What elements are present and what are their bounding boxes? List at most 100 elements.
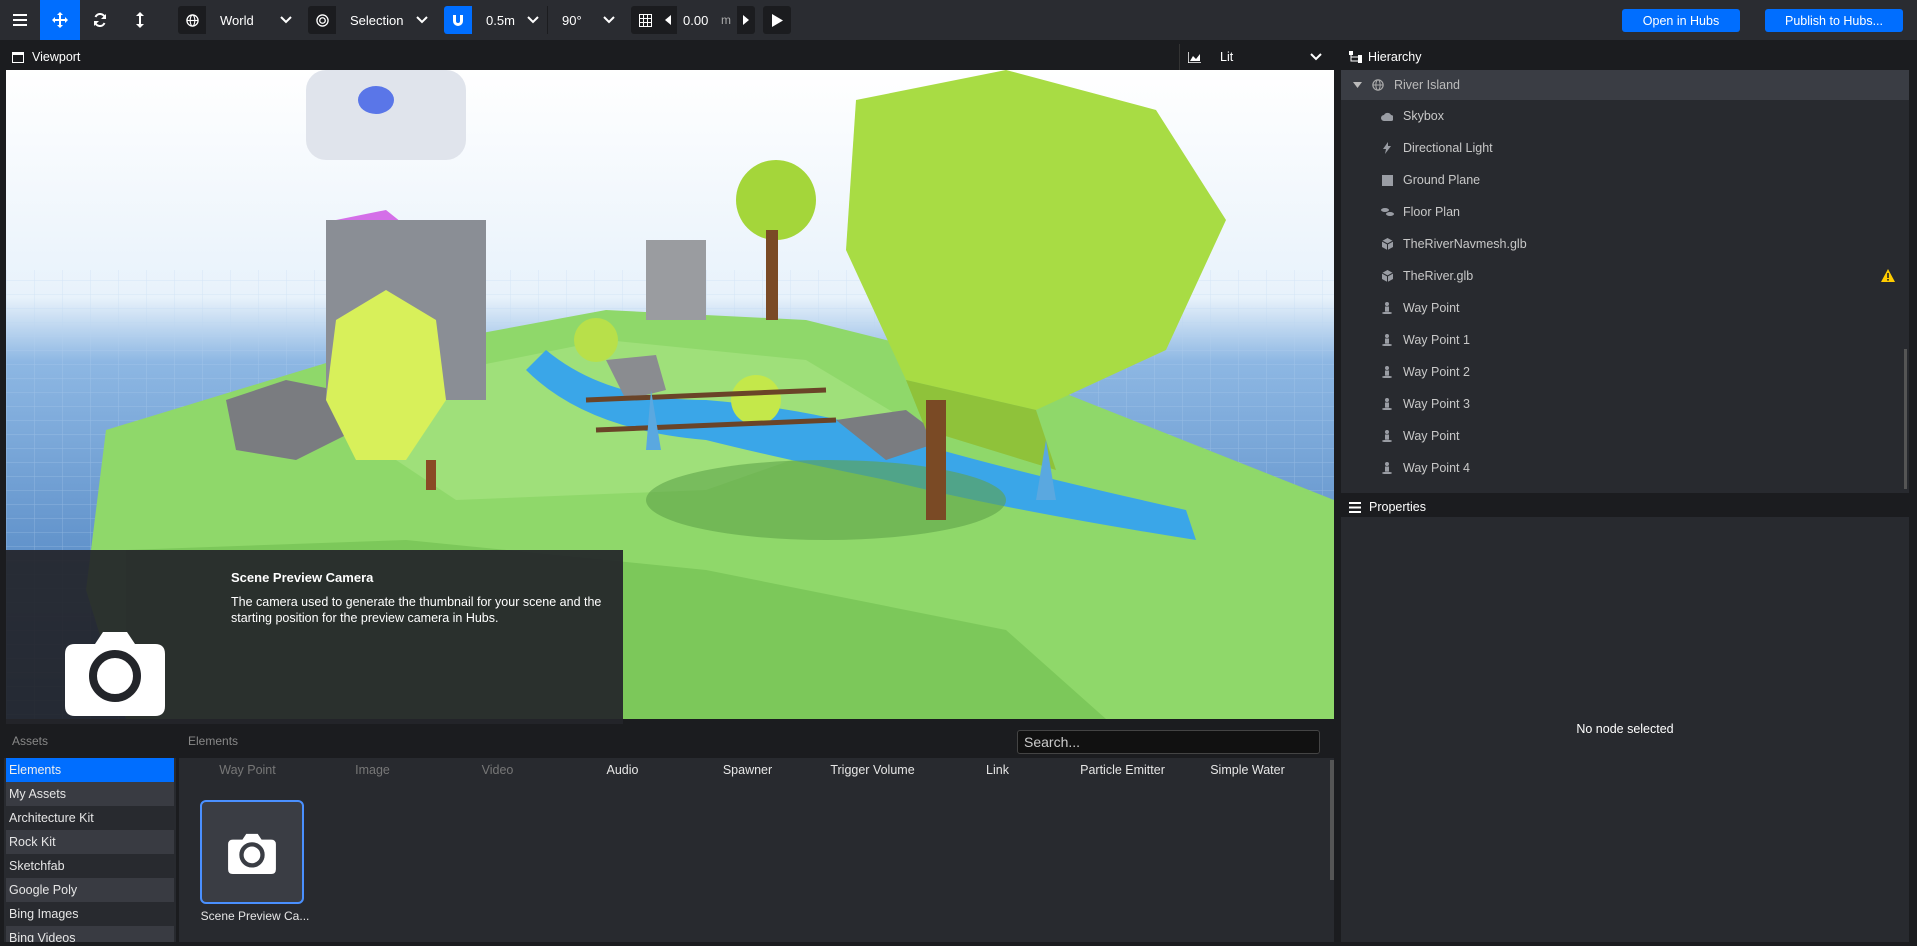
properties-title: Properties bbox=[1369, 500, 1426, 514]
hierarchy-item[interactable]: TheRiver.glb bbox=[1341, 260, 1909, 292]
source-item-my-assets[interactable]: My Assets bbox=[6, 782, 174, 806]
hierarchy-item-label: Directional Light bbox=[1403, 141, 1493, 155]
hierarchy-item[interactable]: Directional Light bbox=[1341, 132, 1909, 164]
divider bbox=[176, 758, 179, 942]
hierarchy-item-label: Way Point bbox=[1403, 301, 1460, 315]
transform-pivot-select[interactable]: Selection bbox=[336, 6, 436, 34]
street-view-icon bbox=[1379, 332, 1395, 348]
no-node-selected-message: No node selected bbox=[1576, 722, 1674, 736]
snap-rotate-select[interactable]: 90° bbox=[548, 6, 623, 34]
chevron-down-icon bbox=[603, 16, 615, 24]
hierarchy-root-item[interactable]: River Island bbox=[1341, 70, 1909, 100]
play-icon bbox=[771, 13, 783, 27]
element-tab-link[interactable]: Link bbox=[935, 763, 1060, 777]
hierarchy-scrollbar[interactable] bbox=[1904, 349, 1907, 489]
element-tab-simple-water[interactable]: Simple Water bbox=[1185, 763, 1310, 777]
chevron-down-icon bbox=[527, 16, 539, 24]
tooltip-description: The camera used to generate the thumbnai… bbox=[231, 595, 602, 625]
hierarchy-item-label: TheRiver.glb bbox=[1403, 269, 1474, 283]
sync-icon bbox=[94, 13, 106, 27]
hierarchy-item[interactable]: Way Point 2 bbox=[1341, 356, 1909, 388]
caret-left-icon bbox=[665, 15, 671, 25]
element-tab-image[interactable]: Image bbox=[310, 763, 435, 777]
transform-space-select[interactable]: World bbox=[206, 6, 300, 34]
menu-button[interactable] bbox=[0, 0, 40, 40]
element-tab-video[interactable]: Video bbox=[435, 763, 560, 777]
search-placeholder: Search... bbox=[1024, 734, 1081, 750]
hierarchy-header: Hierarchy bbox=[1341, 44, 1909, 70]
hierarchy-item-label: Way Point 1 bbox=[1403, 333, 1470, 347]
assets-col2-header: Elements bbox=[188, 734, 239, 748]
transform-space-group: World bbox=[178, 6, 300, 34]
street-view-icon bbox=[1379, 460, 1395, 476]
source-item-google-poly[interactable]: Google Poly bbox=[6, 878, 174, 902]
render-mode-select[interactable]: Lit bbox=[1210, 44, 1328, 70]
hierarchy-panel: Hierarchy River Island Skybox Directional… bbox=[1341, 44, 1909, 493]
element-tab-audio[interactable]: Audio bbox=[560, 763, 685, 777]
grid-icon[interactable] bbox=[631, 6, 659, 34]
source-item-bing-images[interactable]: Bing Images bbox=[6, 902, 174, 926]
viewport-title: Viewport bbox=[32, 50, 81, 64]
render-mode-value: Lit bbox=[1220, 50, 1234, 64]
publish-to-hubs-button[interactable]: Publish to Hubs... bbox=[1765, 9, 1903, 32]
hierarchy-item[interactable]: Way Point bbox=[1341, 292, 1909, 324]
source-item-architecture-kit[interactable]: Architecture Kit bbox=[6, 806, 174, 830]
arrows-vertical-icon bbox=[136, 12, 144, 28]
street-view-icon bbox=[1379, 364, 1395, 380]
element-tab-way-point[interactable]: Way Point bbox=[185, 763, 310, 777]
transform-pivot-group: Selection bbox=[308, 6, 436, 34]
element-tab-particle-emitter[interactable]: Particle Emitter bbox=[1060, 763, 1185, 777]
hierarchy-item[interactable]: Way Point 1 bbox=[1341, 324, 1909, 356]
hierarchy-item-label: Way Point 3 bbox=[1403, 397, 1470, 411]
shoe-prints-icon bbox=[1379, 204, 1395, 220]
grid-increase-button[interactable] bbox=[737, 6, 755, 34]
stats-toggle[interactable] bbox=[1179, 44, 1209, 70]
open-in-hubs-button[interactable]: Open in Hubs bbox=[1622, 9, 1740, 32]
transform-space-value: World bbox=[220, 12, 254, 28]
camera-icon bbox=[65, 624, 165, 716]
element-tab-trigger-volume[interactable]: Trigger Volume bbox=[810, 763, 935, 777]
element-tab-spawner[interactable]: Spawner bbox=[685, 763, 810, 777]
source-item-rock-kit[interactable]: Rock Kit bbox=[6, 830, 174, 854]
hierarchy-item[interactable]: Ground Plane bbox=[1341, 164, 1909, 196]
chart-area-icon bbox=[1188, 51, 1201, 63]
grid-height-value: 0.00 bbox=[683, 12, 709, 28]
hierarchy-item[interactable]: TheRiverNavmesh.glb bbox=[1341, 228, 1909, 260]
hierarchy-item-label: Way Point 2 bbox=[1403, 365, 1470, 379]
street-view-icon bbox=[1379, 428, 1395, 444]
snap-translate-select[interactable]: 0.5m bbox=[472, 6, 547, 34]
caret-down-icon bbox=[1353, 82, 1362, 88]
play-button[interactable] bbox=[763, 6, 791, 34]
chevron-down-icon bbox=[280, 16, 292, 24]
grid-decrease-button[interactable] bbox=[659, 6, 677, 34]
scene-preview-camera-tile[interactable] bbox=[200, 800, 304, 904]
warning-icon[interactable] bbox=[1881, 269, 1895, 285]
assets-scrollbar[interactable] bbox=[1330, 760, 1334, 880]
tooltip-title: Scene Preview Camera bbox=[231, 570, 374, 585]
magnet-icon[interactable] bbox=[444, 6, 472, 34]
globe-icon bbox=[178, 6, 206, 34]
cube-icon bbox=[1379, 236, 1395, 252]
cloud-icon bbox=[1379, 108, 1395, 124]
chevron-down-icon bbox=[416, 16, 428, 24]
snap-group: 0.5m 90° bbox=[444, 6, 623, 34]
source-item-elements[interactable]: Elements bbox=[6, 758, 174, 782]
source-item-bing-videos[interactable]: Bing Videos bbox=[6, 926, 174, 942]
rotate-tool-button[interactable] bbox=[80, 0, 120, 40]
arrows-move-icon bbox=[52, 12, 68, 28]
hierarchy-root-label: River Island bbox=[1394, 78, 1460, 92]
hierarchy-item[interactable]: Floor Plan bbox=[1341, 196, 1909, 228]
caret-right-icon bbox=[743, 15, 749, 25]
scale-tool-button[interactable] bbox=[120, 0, 160, 40]
bullseye-icon bbox=[308, 6, 336, 34]
assets-search-input[interactable]: Search... bbox=[1017, 730, 1320, 754]
source-item-sketchfab[interactable]: Sketchfab bbox=[6, 854, 174, 878]
hierarchy-item[interactable]: Way Point 4 bbox=[1341, 452, 1909, 484]
grid-height-input[interactable]: 0.00 m bbox=[677, 6, 737, 34]
translate-tool-button[interactable] bbox=[40, 0, 80, 40]
hierarchy-item[interactable]: Way Point 3 bbox=[1341, 388, 1909, 420]
sitemap-icon bbox=[1349, 51, 1362, 63]
street-view-icon bbox=[1379, 300, 1395, 316]
hierarchy-item[interactable]: Skybox bbox=[1341, 100, 1909, 132]
hierarchy-item[interactable]: Way Point bbox=[1341, 420, 1909, 452]
